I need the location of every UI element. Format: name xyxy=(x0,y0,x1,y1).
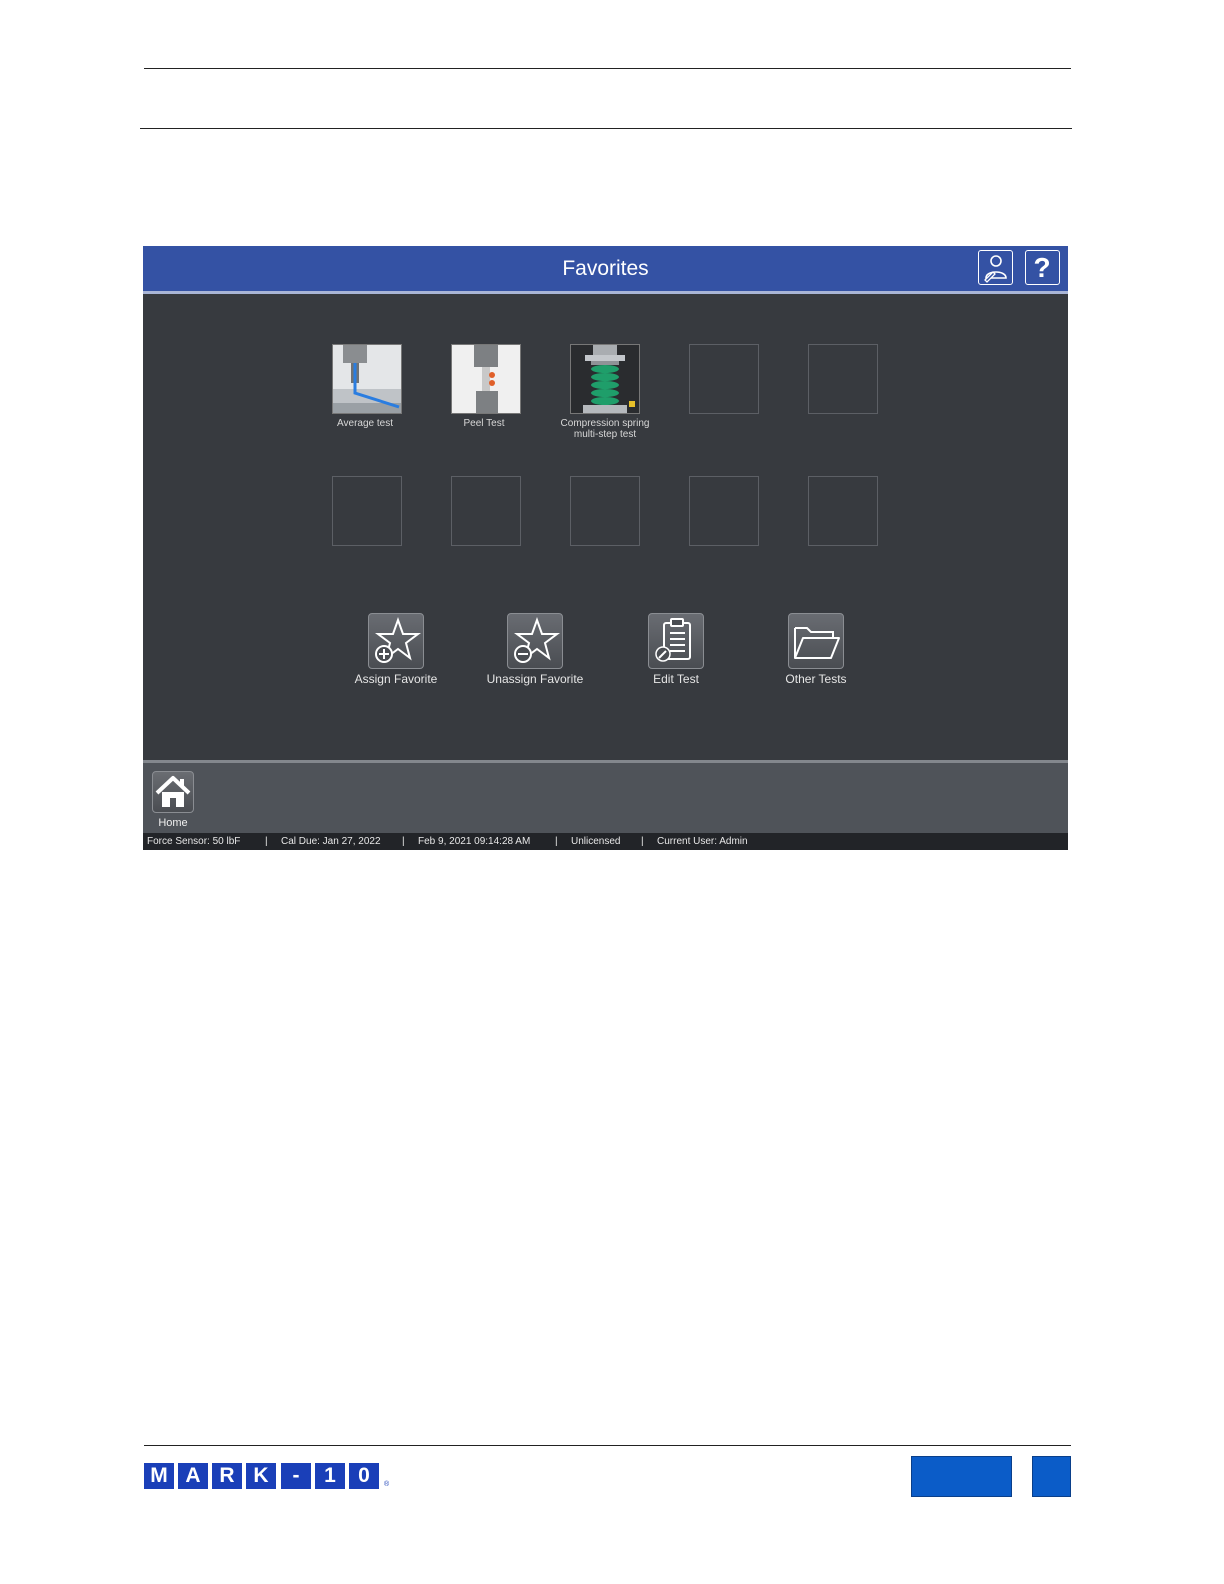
compression-spring-thumbnail xyxy=(571,345,639,413)
action-label: Other Tests xyxy=(785,672,847,686)
favorite-slot-empty[interactable] xyxy=(570,476,640,546)
other-tests-button[interactable]: Other Tests xyxy=(746,613,886,686)
page-label-box xyxy=(911,1456,1012,1497)
status-datetime: Feb 9, 2021 09:14:28 AM xyxy=(418,836,531,847)
favorite-slot-peel-test[interactable] xyxy=(451,344,521,414)
folder-open-icon xyxy=(794,627,840,659)
status-bar: Force Sensor: 50 lbF | Cal Due: Jan 27, … xyxy=(143,833,1068,850)
logo-letter: 1 xyxy=(315,1463,345,1489)
status-force-sensor: Force Sensor: 50 lbF xyxy=(147,836,241,847)
user-button[interactable] xyxy=(978,250,1013,285)
status-separator: | xyxy=(641,836,644,847)
help-icon: ? xyxy=(1033,252,1051,283)
action-label: Unassign Favorite xyxy=(486,672,584,686)
favorite-slot-compression-spring[interactable] xyxy=(570,344,640,414)
edit-test-button[interactable]: Edit Test xyxy=(606,613,746,686)
status-separator: | xyxy=(402,836,405,847)
header-rule-top xyxy=(144,68,1071,69)
status-license: Unlicensed xyxy=(571,836,621,847)
favorite-slot-empty[interactable] xyxy=(689,476,759,546)
star-plus-icon xyxy=(375,617,421,663)
screen-title: Favorites xyxy=(562,257,649,280)
average-test-thumbnail xyxy=(333,345,401,413)
favorite-slot-empty[interactable] xyxy=(689,344,759,414)
user-edit-icon xyxy=(984,255,1007,283)
status-separator: | xyxy=(555,836,558,847)
home-icon xyxy=(155,776,191,807)
header-rule-bottom xyxy=(140,128,1072,129)
favorite-slot-empty[interactable] xyxy=(808,344,878,414)
status-current-user: Current User: Admin xyxy=(657,836,748,847)
assign-favorite-button[interactable]: Assign Favorite xyxy=(326,613,466,686)
clipboard-edit-icon xyxy=(655,618,691,662)
title-bar: Favorites ? xyxy=(143,246,1068,294)
action-label: Assign Favorite xyxy=(354,672,438,686)
home-button[interactable] xyxy=(152,771,194,813)
help-button[interactable]: ? xyxy=(1025,250,1060,285)
favorite-slot-empty[interactable] xyxy=(451,476,521,546)
logo-registered-mark: ® xyxy=(384,1481,390,1488)
peel-test-thumbnail xyxy=(452,345,520,413)
other-tests-icon-button[interactable] xyxy=(788,613,844,669)
logo-letter: M xyxy=(144,1463,174,1489)
favorite-slot-empty[interactable] xyxy=(808,476,878,546)
status-separator: | xyxy=(265,836,268,847)
star-minus-icon xyxy=(514,617,560,663)
favorite-label: Peel Test xyxy=(463,418,505,429)
page-number-box xyxy=(1032,1456,1071,1497)
home-label: Home xyxy=(158,817,188,829)
favorite-slot-average-test[interactable] xyxy=(332,344,402,414)
favorite-slot-empty[interactable] xyxy=(332,476,402,546)
edit-test-icon-button[interactable] xyxy=(648,613,704,669)
favorites-screen: Favorites ? Average test Peel Test Compr… xyxy=(143,246,1068,850)
favorite-label: Average test xyxy=(337,418,393,429)
footer-rule xyxy=(144,1445,1071,1446)
logo-letter: K xyxy=(246,1463,276,1489)
unassign-favorite-button[interactable]: Unassign Favorite xyxy=(465,613,605,686)
status-cal-due: Cal Due: Jan 27, 2022 xyxy=(281,836,381,847)
logo-letter: 0 xyxy=(349,1463,379,1489)
action-label: Edit Test xyxy=(653,672,699,686)
assign-favorite-icon-button[interactable] xyxy=(368,613,424,669)
unassign-favorite-icon-button[interactable] xyxy=(507,613,563,669)
footer-bar: Home xyxy=(143,760,1068,834)
logo-letter: - xyxy=(281,1463,311,1489)
logo-letter: A xyxy=(178,1463,208,1489)
favorite-label: Compression spring multi-step test xyxy=(560,418,650,440)
logo-letter: R xyxy=(212,1463,242,1489)
